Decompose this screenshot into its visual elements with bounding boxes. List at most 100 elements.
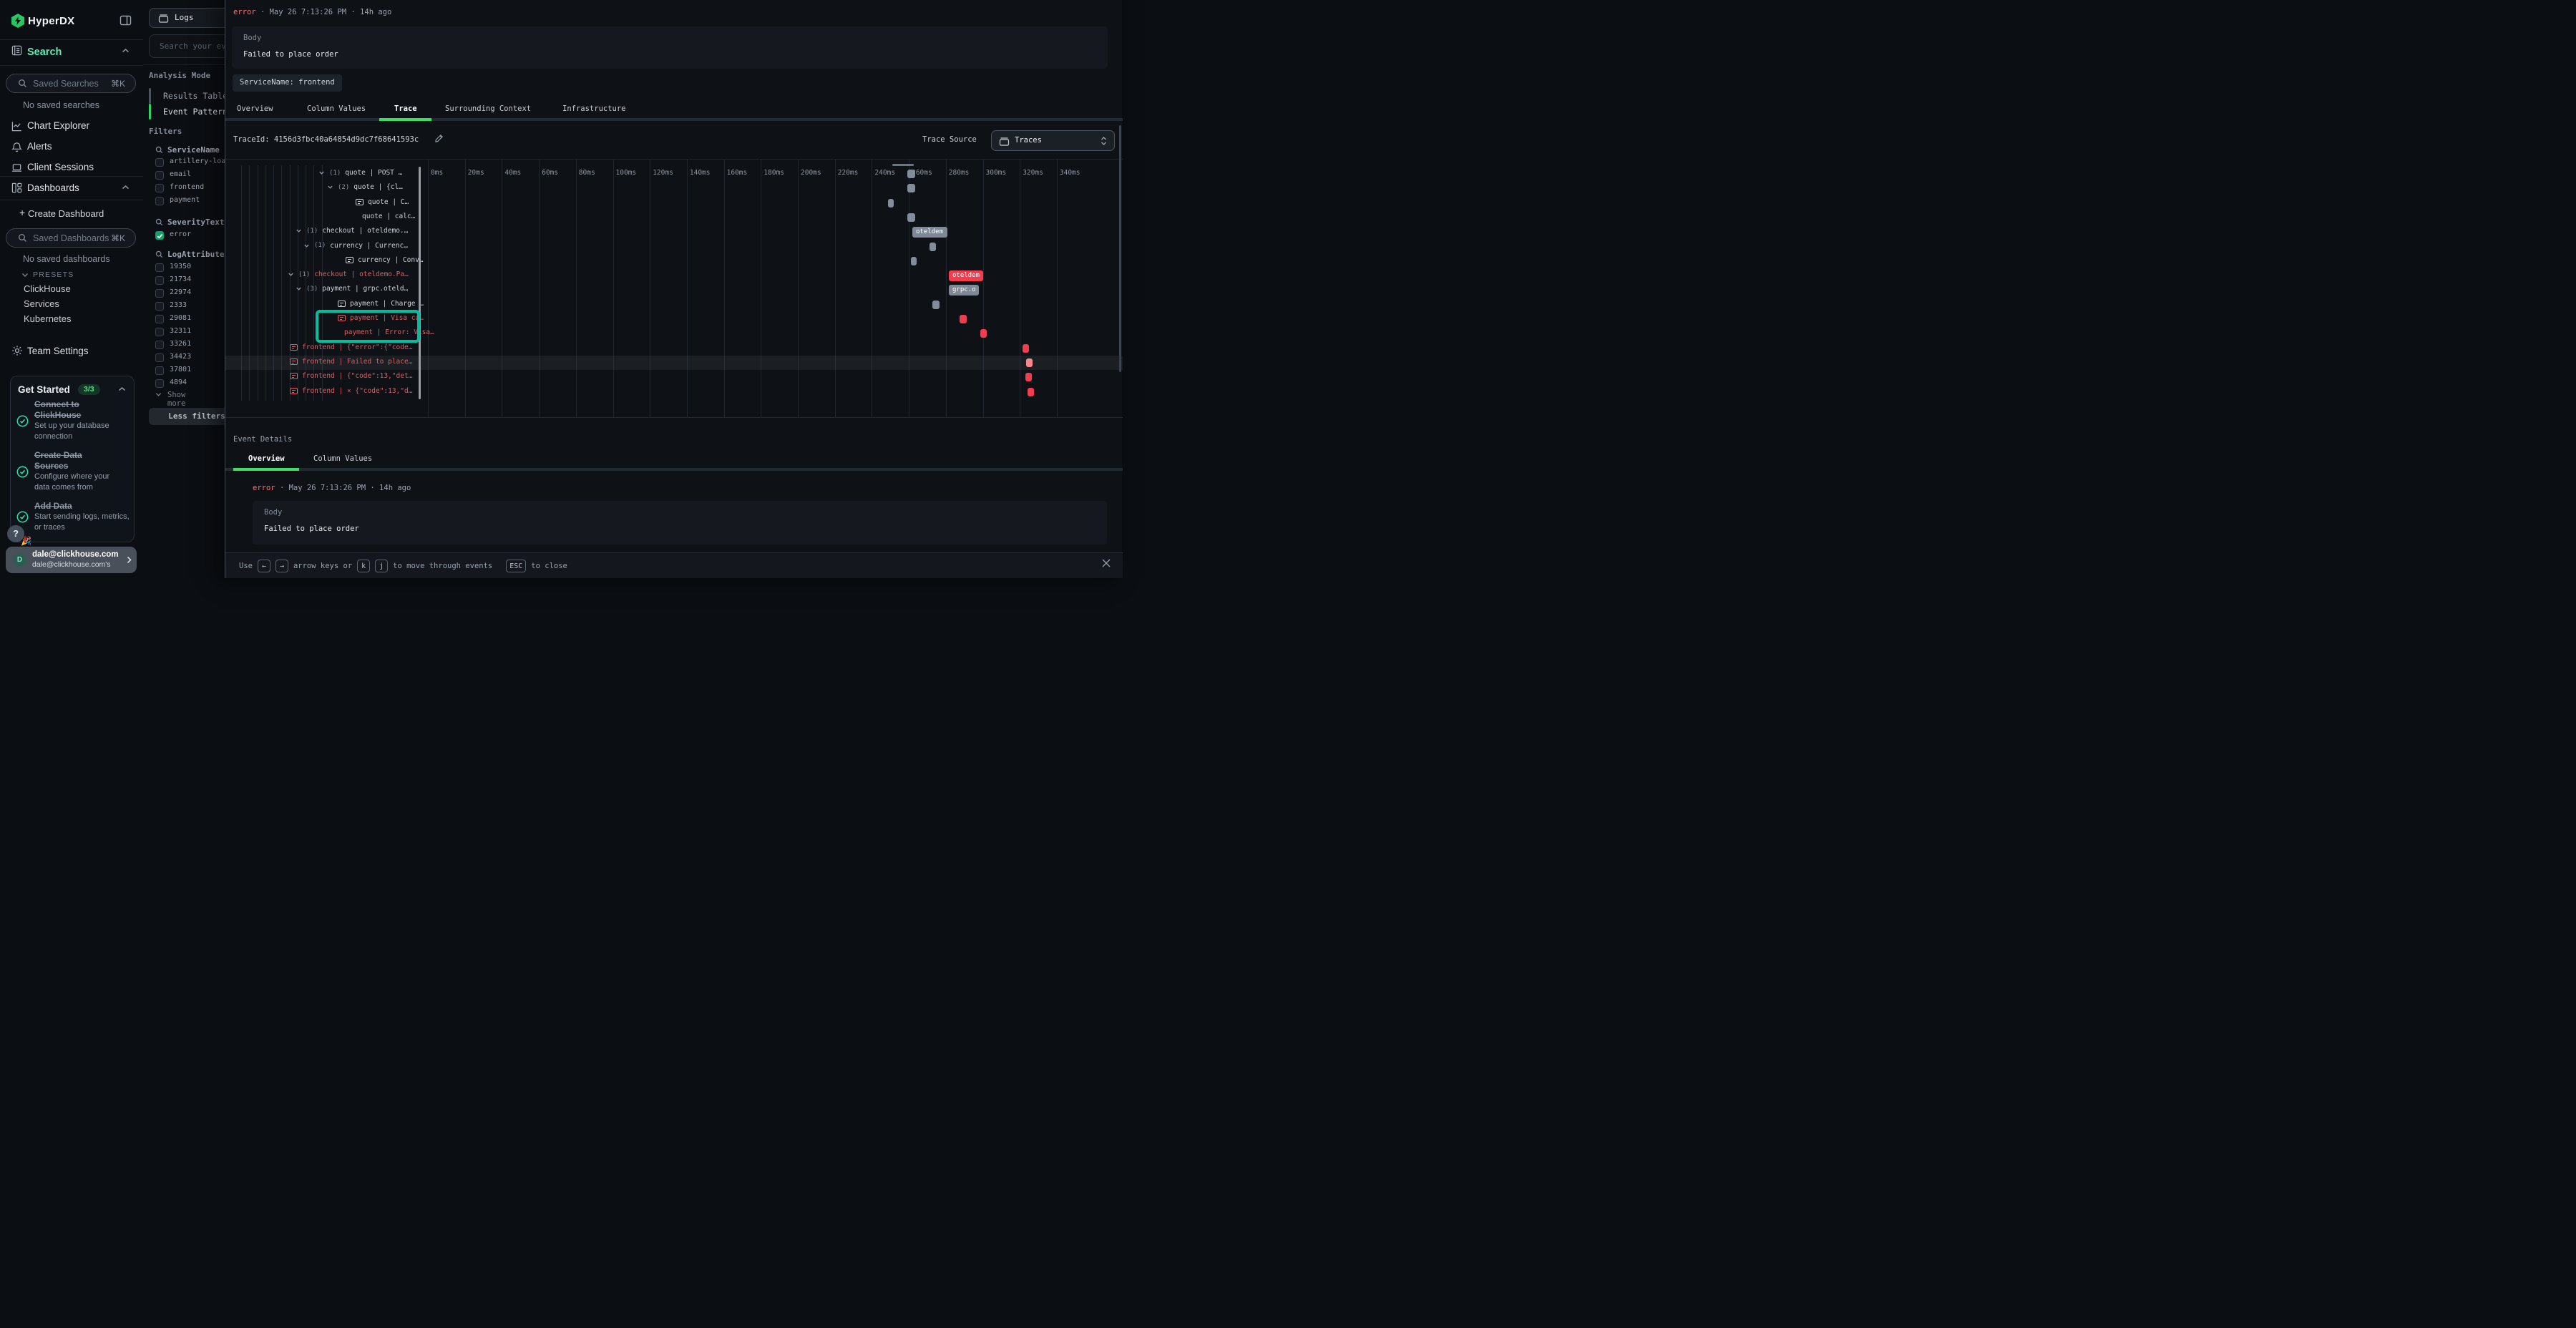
checkbox-unchecked[interactable] (155, 276, 164, 285)
edit-trace-id-icon[interactable] (434, 134, 444, 143)
span-duration-bar[interactable] (911, 257, 917, 265)
span-row[interactable]: quote | calc… (225, 210, 1123, 225)
chevron-up-icon[interactable] (118, 386, 126, 392)
span-duration-bar[interactable] (907, 170, 915, 178)
span-duration-bar[interactable] (907, 184, 915, 192)
checkbox-unchecked[interactable] (155, 263, 164, 272)
tab-trace[interactable]: Trace (394, 104, 417, 113)
span-list-scrollbar[interactable] (419, 167, 421, 399)
child-count: (3) (306, 285, 318, 293)
sidebar-preset-item[interactable]: Kubernetes (24, 313, 72, 328)
span-row[interactable]: (3)payment | grpc.oteld…grpc.o (225, 283, 1123, 297)
span-duration-bar[interactable]: oteldem (949, 270, 983, 281)
get-started-item[interactable]: Add Data Start sending logs, metrics, or… (16, 501, 130, 533)
help-button[interactable]: ? (7, 525, 24, 542)
tab-column-values[interactable]: Column Values (307, 104, 366, 113)
span-row[interactable]: frontend | Failed to place… (225, 356, 1123, 370)
span-row[interactable]: frontend | {"error":{"code… (225, 341, 1123, 356)
checkbox-unchecked[interactable] (155, 197, 164, 205)
chevron-down-icon[interactable] (327, 184, 333, 190)
span-duration-bar[interactable] (1028, 388, 1034, 396)
span-duration-bar[interactable] (888, 199, 894, 208)
filters-label: Filters (149, 127, 182, 136)
chevron-down-icon[interactable] (288, 271, 294, 278)
event-timestamp: May 26 7:13:26 PM (270, 8, 346, 16)
trace-waterfall[interactable]: 0ms20ms40ms60ms80ms100ms120ms140ms160ms1… (225, 159, 1123, 418)
event-details-tab-column-values[interactable]: Column Values (313, 454, 372, 463)
tab-surrounding-context[interactable]: Surrounding Context (445, 104, 531, 113)
chevron-down-icon[interactable] (318, 170, 325, 176)
checkbox-unchecked[interactable] (155, 184, 164, 192)
tab-overview[interactable]: Overview (237, 104, 273, 113)
sidebar-item-search[interactable]: Search (0, 39, 143, 66)
chevron-down-icon[interactable] (296, 228, 302, 234)
checkbox-unchecked[interactable] (155, 289, 164, 298)
span-duration-bar[interactable] (960, 315, 967, 323)
drawer-scrollbar[interactable] (1119, 125, 1121, 372)
tab-infrastructure[interactable]: Infrastructure (562, 104, 626, 113)
checkbox-unchecked[interactable] (155, 353, 164, 362)
span-row[interactable]: (1)quote | POST … (225, 167, 1123, 181)
get-started-item-title: Connect to ClickHouse (34, 399, 127, 421)
right-arrow-key[interactable]: → (275, 560, 288, 572)
left-arrow-key[interactable]: ← (258, 560, 270, 572)
brand-name: HyperDX (28, 15, 74, 27)
sidebar-preset-item[interactable]: ClickHouse (24, 283, 72, 298)
span-duration-bar[interactable] (932, 301, 940, 309)
span-label-text: quote | C… (368, 198, 409, 206)
bell-icon (11, 142, 22, 152)
j-key[interactable]: j (375, 560, 388, 572)
trace-source-value: Traces (1015, 136, 1042, 145)
sidebar-item-dashboards[interactable]: Dashboards (0, 176, 143, 200)
span-duration-bar[interactable] (907, 213, 915, 222)
span-duration-bar[interactable] (930, 243, 936, 251)
saved-dashboards-input[interactable]: Saved Dashboards ⌘K (6, 228, 136, 248)
checkbox-unchecked[interactable] (155, 379, 164, 388)
timeline-scroll-indicator[interactable] (892, 164, 914, 166)
get-started-items: Connect to ClickHouse Set up your databa… (16, 399, 130, 541)
span-duration-bar[interactable] (1025, 373, 1032, 381)
chevron-down-icon[interactable] (296, 285, 302, 292)
checkbox-unchecked[interactable] (155, 315, 164, 323)
span-row[interactable]: currency | Conv… (225, 254, 1123, 268)
user-menu[interactable]: D dale@clickhouse.com dale@clickhouse.co… (6, 547, 137, 573)
chevron-down-icon[interactable] (303, 243, 310, 249)
span-label: (2)quote | {cl… (327, 183, 403, 191)
get-started-item[interactable]: Connect to ClickHouse Set up your databa… (16, 399, 130, 442)
child-count: (1) (329, 170, 341, 177)
k-key[interactable]: k (357, 560, 370, 572)
span-duration-bar[interactable] (980, 329, 987, 338)
sidebar-preset-item[interactable]: Services (24, 298, 72, 313)
span-duration-bar[interactable]: oteldem (912, 227, 947, 238)
child-count: (1) (314, 242, 326, 249)
span-row[interactable]: frontend | {"code":13,"det… (225, 370, 1123, 384)
checkbox-checked[interactable] (155, 231, 164, 240)
span-row[interactable]: (1)currency | Currenc… (225, 240, 1123, 254)
checkbox-unchecked[interactable] (155, 158, 164, 167)
checkbox-unchecked[interactable] (155, 341, 164, 349)
span-row[interactable]: quote | C… (225, 196, 1123, 210)
chevron-down-icon (155, 392, 162, 397)
saved-searches-input[interactable]: Saved Searches ⌘K (6, 74, 136, 93)
collapse-sidebar-icon[interactable] (119, 14, 132, 26)
check-circle-icon (16, 466, 29, 478)
checkbox-unchecked[interactable] (155, 302, 164, 311)
checkbox-unchecked[interactable] (155, 366, 164, 375)
active-tab-indicator (379, 118, 431, 121)
event-details-tab-overview[interactable]: Overview (248, 454, 285, 463)
get-started-item[interactable]: Create Data Sources Configure where your… (16, 450, 130, 493)
checkbox-unchecked[interactable] (155, 328, 164, 336)
service-tag[interactable]: ServiceName: frontend (233, 74, 342, 92)
checkbox-unchecked[interactable] (155, 171, 164, 180)
trace-source-select[interactable]: Traces (991, 130, 1115, 151)
span-row[interactable]: (1)checkout | oteldemo.Pa…oteldem (225, 268, 1123, 283)
close-icon[interactable] (1101, 558, 1111, 568)
span-row[interactable]: frontend | × {"code":13,"d… (225, 385, 1123, 399)
span-duration-bar[interactable]: grpc.o (949, 285, 979, 296)
span-row[interactable]: (2)quote | {cl… (225, 181, 1123, 195)
span-duration-bar[interactable] (1023, 344, 1029, 353)
span-duration-bar[interactable] (1026, 358, 1033, 367)
child-count: (1) (306, 228, 318, 235)
span-row[interactable]: (1)checkout | oteldemo.…oteldem (225, 225, 1123, 239)
esc-key[interactable]: ESC (506, 560, 526, 572)
